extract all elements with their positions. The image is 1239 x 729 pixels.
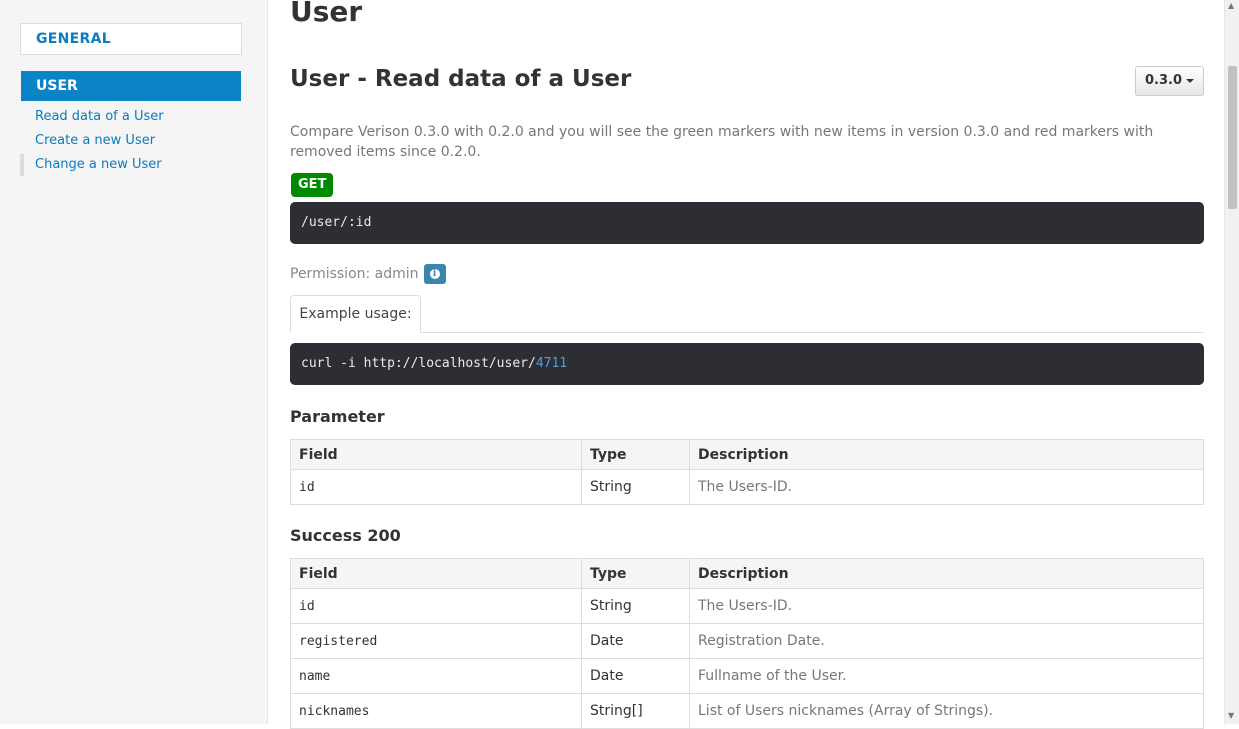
nav-group-general[interactable]: GENERAL [20,23,242,55]
sidebar: GENERAL USER Read data of a User Create … [0,0,268,724]
description-text: Compare Verison 0.3.0 with 0.2.0 and you… [290,124,1154,160]
cell-field: id [290,588,582,624]
cell-type: String[] [581,693,690,729]
table-row: nicknames String[] List of Users nicknam… [290,693,1204,729]
table-row: id String The Users-ID. [290,469,1204,505]
success-table: Field Type Description id String The Use… [290,558,1204,729]
header-field: Field [290,558,582,589]
table-header-row: Field Type Description [290,558,1204,589]
vertical-scrollbar[interactable]: ▲ ▼ [1224,0,1239,724]
cell-description: List of Users nicknames (Array of String… [689,693,1204,729]
version-label: 0.3.0 [1144,73,1182,88]
scroll-up-arrow-icon[interactable]: ▲ [1228,1,1234,10]
header-type: Type [581,439,690,470]
permission-text: Permission: admin [290,266,419,282]
cell-field: name [290,658,582,694]
table-header-row: Field Type Description [290,439,1204,470]
example-code-prefix: curl -i http://localhost/user/ [301,356,536,371]
example-code-id: 4711 [535,356,568,371]
header-field: Field [290,439,582,470]
cell-type: String [581,469,690,505]
endpoint-path: /user/:id [301,215,372,230]
header-type: Type [581,558,690,589]
cell-type: Date [581,623,690,659]
parameter-table: Field Type Description id String The Use… [290,439,1204,505]
tabs-divider [290,332,1204,333]
nav-item-change-user[interactable]: Change a new User [20,154,240,176]
cell-field: id [290,469,582,505]
cell-field: nicknames [290,693,582,729]
nav-item-create-user[interactable]: Create a new User [20,130,240,152]
section-title: User - Read data of a User [290,66,632,92]
permission-row: Permission: admin [290,264,446,284]
cell-description: Fullname of the User. [689,658,1204,694]
info-icon[interactable] [423,264,446,284]
nav-item-read-user[interactable]: Read data of a User [20,106,240,128]
header-description: Description [689,439,1204,470]
example-code-block: curl -i http://localhost/user/4711 [290,343,1204,385]
header-description: Description [689,558,1204,589]
table-row: registered Date Registration Date. [290,623,1204,659]
table-row: id String The Users-ID. [290,588,1204,624]
nav-group-user[interactable]: USER [21,71,241,101]
scroll-down-arrow-icon[interactable]: ▼ [1228,711,1234,720]
caret-down-icon [1186,78,1194,83]
success-heading: Success 200 [290,526,401,545]
cell-type: Date [581,658,690,694]
cell-description: Registration Date. [689,623,1204,659]
cell-field: registered [290,623,582,659]
endpoint-code-block: /user/:id [290,202,1204,244]
page-title: User [290,0,363,28]
scrollbar-thumb[interactable] [1228,66,1237,209]
tab-example-usage[interactable]: Example usage: [290,295,421,333]
cell-description: The Users-ID. [689,469,1204,505]
table-row: name Date Fullname of the User. [290,658,1204,694]
version-dropdown-button[interactable]: 0.3.0 [1135,66,1204,96]
method-badge: GET [291,173,334,197]
cell-type: String [581,588,690,624]
parameter-heading: Parameter [290,407,385,426]
cell-description: The Users-ID. [689,588,1204,624]
